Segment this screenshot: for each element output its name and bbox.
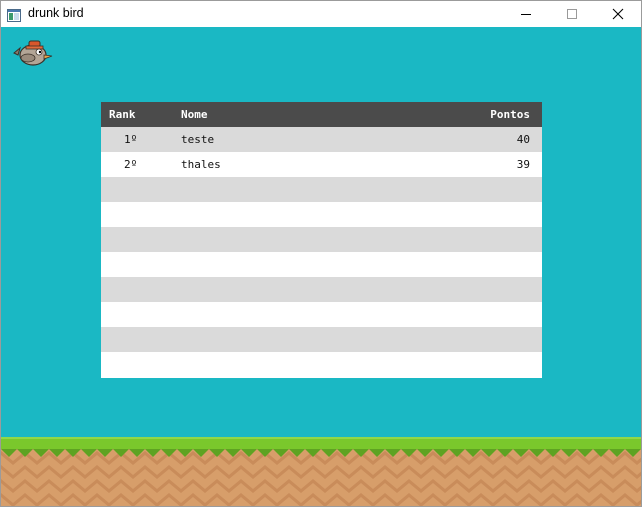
- title-bar[interactable]: drunk bird: [1, 1, 641, 27]
- points-cell: 39: [516, 158, 530, 171]
- name-cell: teste: [181, 133, 215, 146]
- rank-cell: 1º: [124, 133, 138, 146]
- app-window-icon: [7, 7, 21, 22]
- game-window: drunk bird Rank Nome Pontos 1º teste 40 …: [0, 0, 642, 507]
- ranking-header: Rank Nome Pontos: [101, 102, 542, 127]
- maximize-button[interactable]: [549, 1, 595, 27]
- rank-cell: 2º: [124, 158, 138, 171]
- table-row: 1º teste 40: [101, 127, 542, 152]
- table-row: [101, 227, 542, 252]
- table-row: [101, 252, 542, 277]
- game-canvas[interactable]: Rank Nome Pontos 1º teste 40 2º thales 3…: [1, 27, 641, 506]
- table-row: [101, 327, 542, 352]
- name-column-header: Nome: [181, 108, 208, 121]
- name-cell: thales: [181, 158, 221, 171]
- table-row: [101, 352, 542, 377]
- maximize-icon: [567, 9, 577, 19]
- table-row: [101, 177, 542, 202]
- table-row: 2º thales 39: [101, 152, 542, 177]
- close-icon: [612, 8, 624, 20]
- table-row: [101, 202, 542, 227]
- ranking-table: Rank Nome Pontos 1º teste 40 2º thales 3…: [101, 102, 542, 378]
- minimize-button[interactable]: [503, 1, 549, 27]
- points-cell: 40: [516, 133, 530, 146]
- close-button[interactable]: [595, 1, 641, 27]
- table-row: [101, 302, 542, 327]
- ground-terrain: [1, 437, 641, 506]
- minimize-icon: [521, 14, 531, 15]
- rank-column-header: Rank: [109, 108, 136, 121]
- points-column-header: Pontos: [490, 108, 530, 121]
- table-row: [101, 277, 542, 302]
- window-title: drunk bird: [28, 6, 84, 20]
- bird-icon: [13, 40, 53, 66]
